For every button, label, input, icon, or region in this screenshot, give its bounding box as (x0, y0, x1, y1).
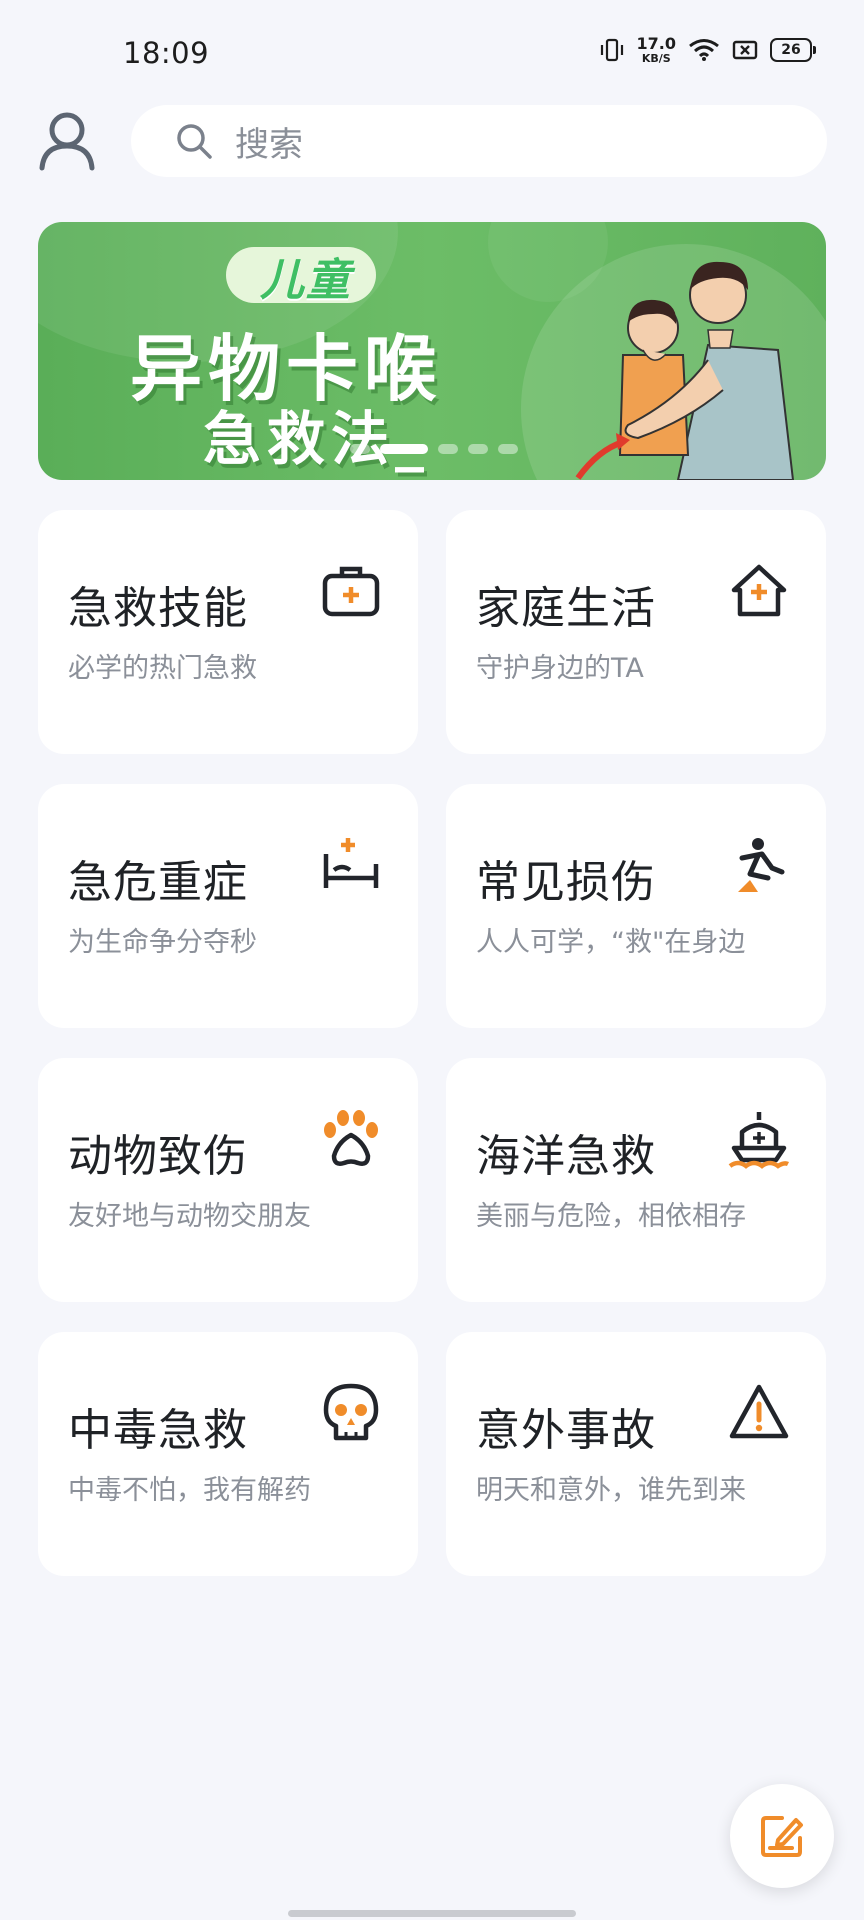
card-subtitle: 中毒不怕，我有解药 (68, 1475, 311, 1506)
category-card-family-life[interactable]: 家庭生活 守护身边的TA (446, 510, 826, 754)
banner-subtitle: 急救法_ (203, 405, 431, 473)
paw-icon (324, 1110, 378, 1166)
card-title: 急危重症 (68, 857, 248, 908)
card-subtitle: 明天和意外，谁先到来 (476, 1475, 746, 1506)
card-subtitle: 必学的热门急救 (68, 653, 257, 684)
page-dot[interactable] (498, 444, 518, 454)
ship-icon (728, 1112, 790, 1169)
card-title: 常见损伤 (476, 857, 656, 908)
skull-icon (323, 1383, 379, 1441)
category-card-marine-first-aid[interactable]: 海洋急救 美丽与危险，相依相存 (446, 1058, 826, 1302)
card-title: 中毒急救 (68, 1405, 248, 1456)
banner-tag: 儿童 (260, 255, 352, 306)
page-dot[interactable] (438, 444, 458, 454)
search-icon (177, 124, 212, 159)
card-subtitle: 为生命争分夺秒 (68, 927, 257, 958)
card-subtitle: 守护身边的TA (476, 653, 644, 684)
status-bar: 18:09 17.0 KB/S 26 (0, 0, 864, 100)
profile-button[interactable] (38, 110, 96, 172)
category-card-accidents[interactable]: 意外事故 明天和意外，谁先到来 (446, 1332, 826, 1576)
category-card-critical-illness[interactable]: 急危重症 为生命争分夺秒 (38, 784, 418, 1028)
page-dot[interactable] (468, 444, 488, 454)
battery-indicator: 26 (770, 38, 816, 62)
heimlich-illustration (575, 261, 795, 480)
house-cross-icon (731, 564, 787, 617)
page-dot[interactable] (350, 444, 370, 454)
card-title: 海洋急救 (476, 1131, 656, 1182)
search-bar[interactable]: 搜索 (131, 105, 827, 177)
category-card-common-injuries[interactable]: 常见损伤 人人可学，“救"在身边 (446, 784, 826, 1028)
first-aid-kit-icon (322, 566, 380, 617)
card-title: 家庭生活 (476, 583, 656, 634)
vibrate-icon (600, 38, 623, 62)
card-subtitle: 人人可学，“救"在身边 (476, 927, 746, 958)
edit-note-icon (761, 1816, 803, 1857)
status-icons: 17.0 KB/S 26 (599, 34, 816, 65)
card-subtitle: 美丽与危险，相依相存 (476, 1201, 746, 1232)
warning-icon (729, 1384, 789, 1439)
card-title: 动物致伤 (68, 1131, 248, 1182)
card-title: 急救技能 (68, 583, 248, 634)
net-speed-unit: KB/S (641, 52, 671, 65)
category-card-animal-injuries[interactable]: 动物致伤 友好地与动物交朋友 (38, 1058, 418, 1302)
page-dot-active[interactable] (380, 444, 428, 454)
falling-person-icon (738, 838, 785, 892)
hospital-bed-icon (323, 838, 379, 888)
card-subtitle: 友好地与动物交朋友 (68, 1201, 311, 1232)
category-card-poisoning[interactable]: 中毒急救 中毒不怕，我有解药 (38, 1332, 418, 1576)
category-card-first-aid-skills[interactable]: 急救技能 必学的热门急救 (38, 510, 418, 754)
banner-pagination (350, 444, 518, 454)
search-placeholder: 搜索 (235, 124, 303, 165)
promo-banner[interactable]: 儿童 异物卡喉 急救法_ (38, 222, 826, 480)
user-icon (39, 112, 95, 171)
wifi-icon (689, 39, 719, 61)
sim-off-icon (732, 40, 758, 60)
edit-fab-button[interactable] (730, 1784, 834, 1888)
card-title: 意外事故 (476, 1405, 656, 1456)
status-time: 18:09 (123, 36, 210, 70)
net-speed-value: 17.0 (636, 34, 676, 53)
network-speed: 17.0 KB/S (636, 34, 676, 65)
home-indicator[interactable] (288, 1910, 576, 1917)
